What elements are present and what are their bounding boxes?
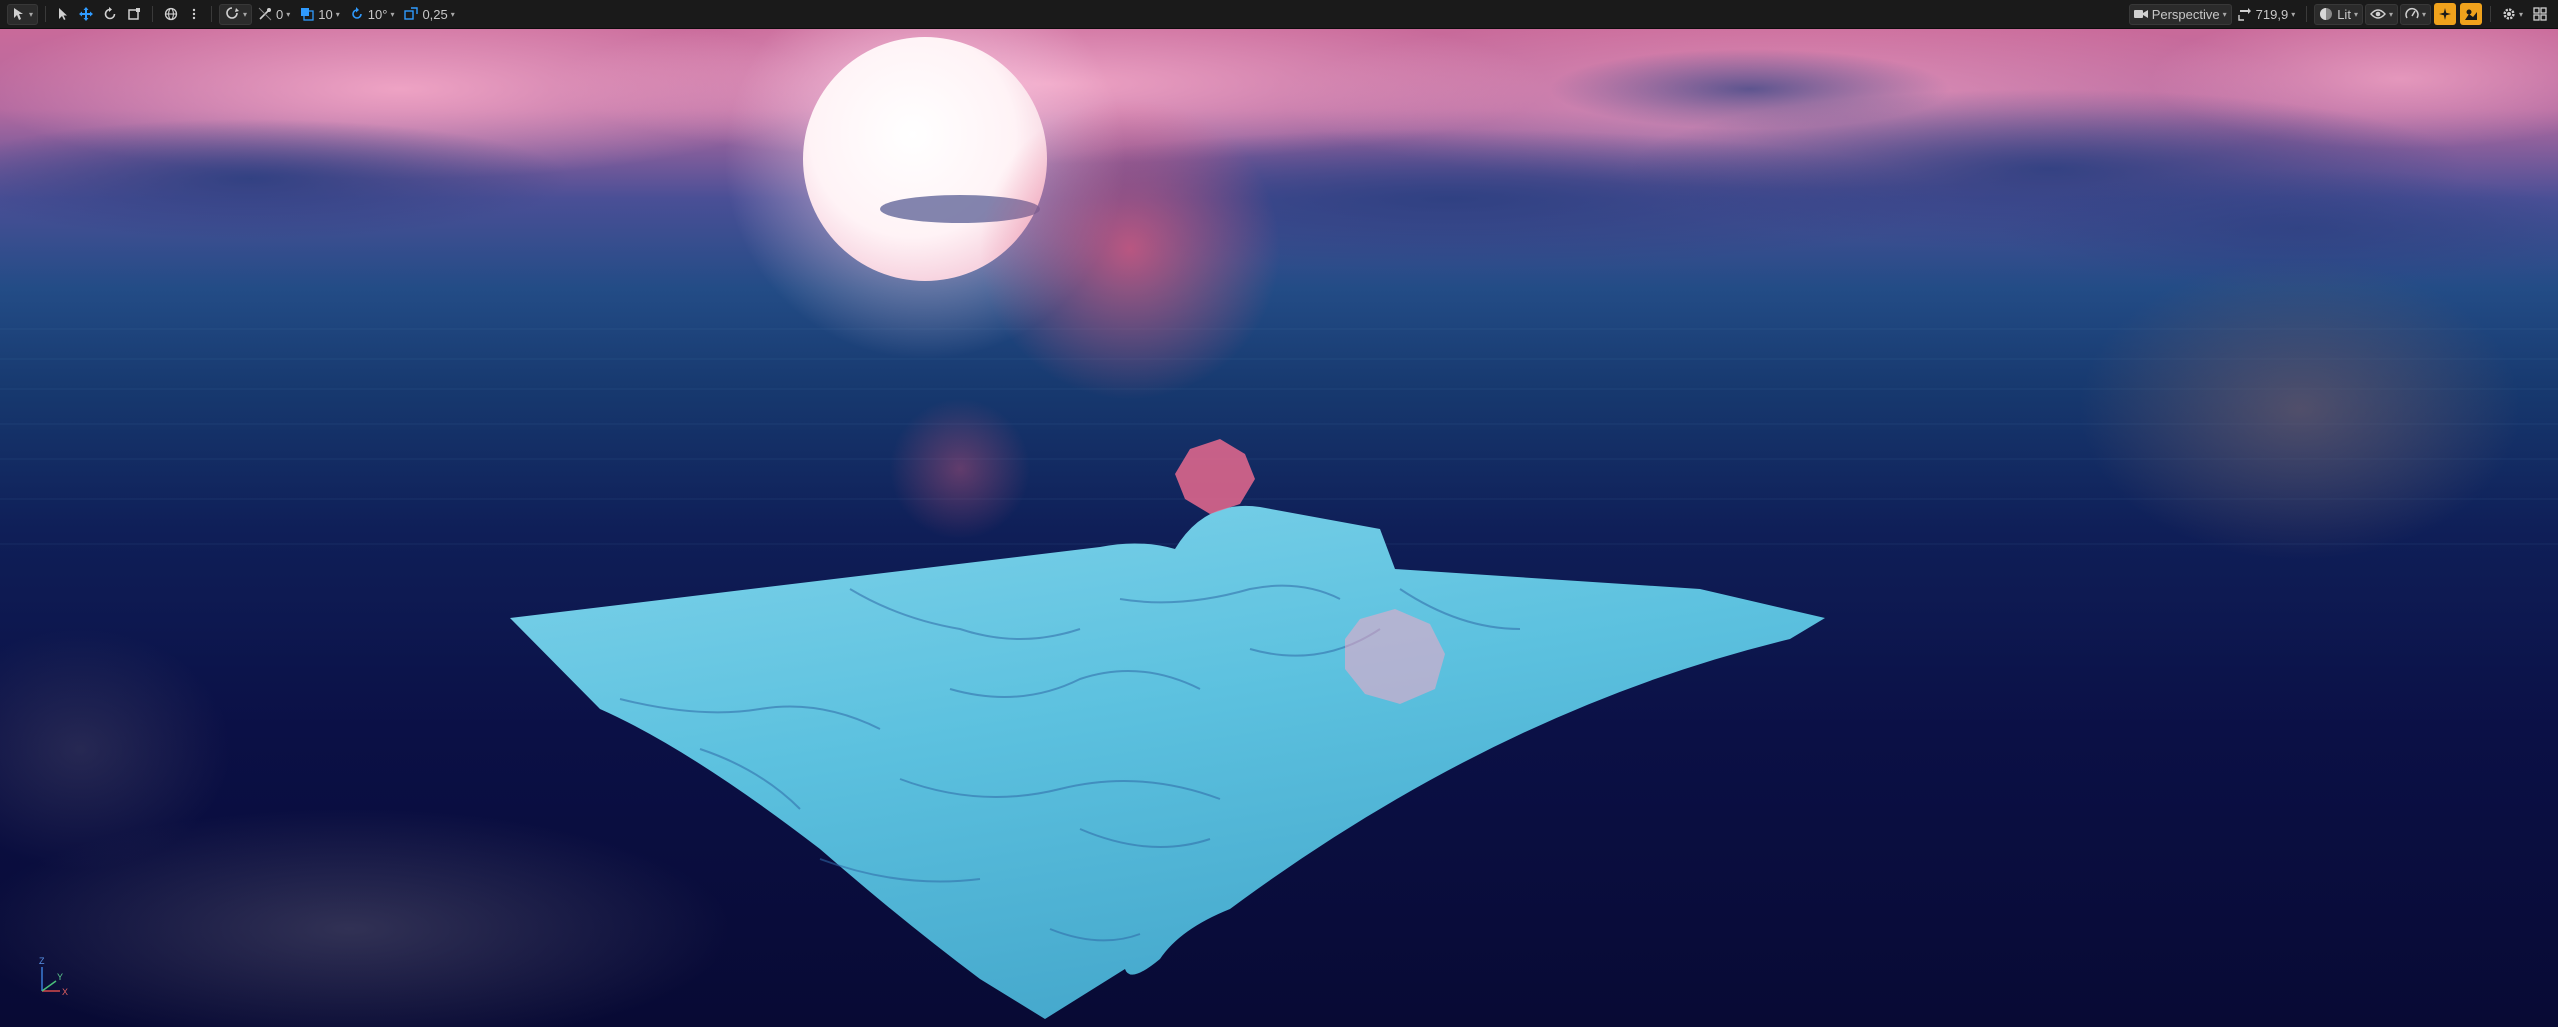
camera-speed-value: 719,9 [2255, 6, 2289, 22]
grid-snap-value: 10 [318, 6, 333, 22]
chevron-down-icon: ▾ [335, 9, 340, 19]
scale-snap-value: 0,25 [422, 6, 448, 22]
level-viewport[interactable]: Z X Y [0, 29, 2558, 1027]
game-view-icon [2464, 7, 2478, 21]
toolbar-divider [2306, 6, 2308, 22]
rotation-snap-icon [350, 7, 364, 21]
scale-snap-icon [404, 7, 419, 21]
camera-speed-icon [2237, 7, 2252, 21]
grid-snap-icon [300, 7, 314, 21]
chevron-down-icon: ▾ [2291, 9, 2296, 19]
toolbar-divider [152, 6, 154, 22]
gear-icon [2502, 7, 2516, 21]
viewport-layout-button[interactable] [2529, 4, 2551, 25]
lit-sphere-icon [2319, 7, 2333, 21]
lit-mode-dropdown[interactable]: Lit ▾ [2314, 3, 2363, 25]
chevron-down-icon: ▾ [286, 9, 291, 19]
rotation-snap-value: 10° [367, 6, 388, 22]
chevron-down-icon: ▾ [2518, 9, 2523, 19]
scale-icon [127, 7, 141, 21]
chevron-down-icon: ▾ [390, 9, 395, 19]
chevron-down-icon: ▾ [2353, 9, 2358, 19]
chevron-down-icon: ▾ [243, 9, 248, 19]
toolbar-divider [45, 6, 47, 22]
chevron-down-icon: ▾ [2222, 9, 2227, 19]
more-options-button[interactable] [184, 4, 204, 25]
chevron-down-icon: ▾ [2388, 9, 2393, 19]
view-mode-dropdown[interactable]: Perspective ▾ [2128, 3, 2232, 25]
surface-snap-icon [224, 7, 240, 21]
camera-speed-dropdown[interactable]: 719,9 ▾ [2234, 4, 2300, 25]
world-local-toggle[interactable] [160, 4, 182, 25]
snap-toggle-icon [258, 7, 272, 21]
rotate-tool-button[interactable] [99, 4, 121, 25]
translate-tool-button[interactable] [75, 4, 97, 25]
translate-icon [79, 7, 94, 21]
toolbar-divider [2489, 6, 2491, 22]
chevron-down-icon: ▾ [450, 9, 455, 19]
performance-icon [2405, 7, 2419, 21]
kebab-icon [192, 7, 196, 21]
grid-layout-icon [2533, 7, 2547, 21]
axis-y-label: Y [57, 972, 63, 982]
chevron-down-icon: ▾ [29, 9, 34, 19]
rotate-icon [103, 7, 117, 21]
toolbar-right-group: Perspective ▾ 719,9 ▾ Lit ▾ ▾ ▾ ▾ [2128, 0, 2552, 28]
realtime-toggle-button[interactable] [2433, 3, 2456, 25]
select-tool-button[interactable] [53, 4, 73, 25]
scale-tool-button[interactable] [123, 4, 145, 25]
sparkle-icon [2438, 7, 2452, 21]
toolbar-divider [211, 6, 213, 22]
scale-snap-button[interactable]: 0,25 ▾ [400, 4, 458, 25]
selection-mode-button[interactable]: ▾ [7, 3, 39, 25]
rotation-snap-button[interactable]: 10° ▾ [346, 4, 399, 25]
surface-snapping-button[interactable]: ▾ [219, 3, 253, 25]
game-view-toggle-button[interactable] [2459, 3, 2482, 25]
viewport-toolbar: ▾ ▾ 0 ▾ 10 ▾ 10° ▾ 0,25 ▾ Perspective ▾ … [0, 0, 2558, 29]
axis-x-label: X [62, 987, 68, 997]
select-arrow-icon [57, 7, 69, 21]
show-flags-dropdown[interactable]: ▾ [2364, 3, 2398, 25]
chevron-down-icon: ▾ [2421, 9, 2426, 19]
axis-z-label: Z [39, 956, 45, 966]
view-mode-label: Perspective [2151, 6, 2220, 22]
grid-snap-button[interactable]: 10 ▾ [296, 4, 343, 25]
camera-icon [2133, 8, 2148, 20]
toolbar-left-group: ▾ ▾ 0 ▾ 10 ▾ 10° ▾ 0,25 ▾ [6, 0, 460, 28]
snap-toggle-button[interactable]: 0 ▾ [254, 4, 294, 25]
eye-icon [2370, 8, 2386, 20]
viewport-scene [0, 29, 2558, 1027]
performance-dropdown[interactable]: ▾ [2399, 3, 2431, 25]
lit-label: Lit [2337, 6, 2351, 22]
globe-icon [164, 7, 178, 21]
select-mode-icon [12, 7, 26, 21]
viewport-settings-button[interactable]: ▾ [2498, 4, 2527, 25]
axis-gizmo: Z X Y [30, 953, 80, 1003]
snap-toggle-value: 0 [276, 6, 284, 22]
